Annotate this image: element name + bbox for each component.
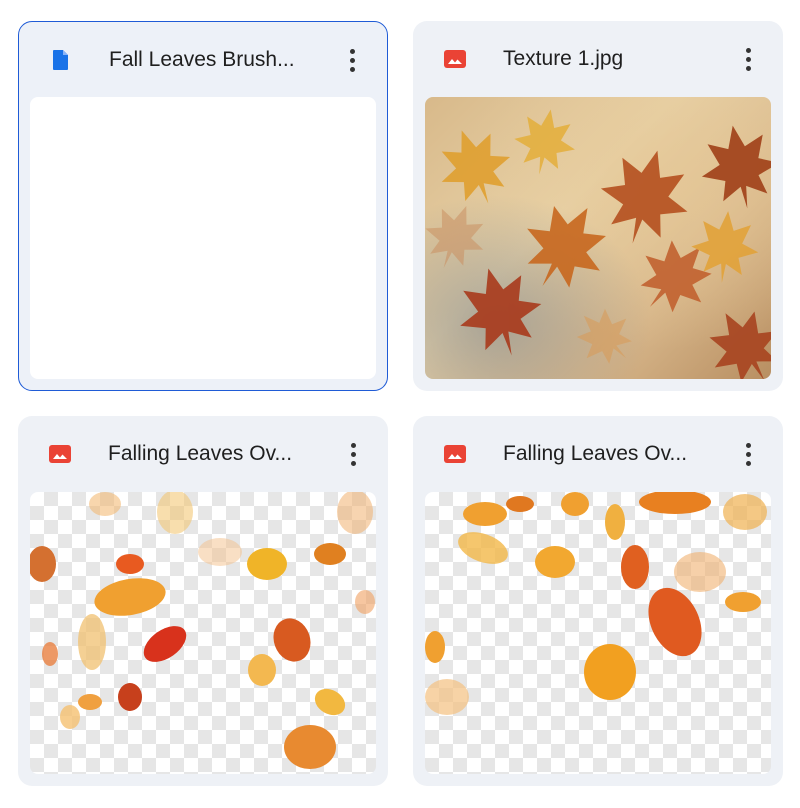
file-title: Fall Leaves Brush... [109,48,295,71]
doc-icon [53,50,68,70]
dot-icon [350,442,356,448]
file-card-header: Fall Leaves Brush... [19,22,387,98]
dot-icon [745,65,751,71]
file-title: Falling Leaves Ov... [503,442,688,465]
file-thumbnail[interactable] [30,97,376,379]
dot-icon [745,451,751,457]
file-card-falling-leaves-overlay-1[interactable]: Falling Leaves Ov... [18,416,388,786]
file-card-header: Texture 1.jpg [413,21,783,97]
file-card-falling-leaves-overlay-2[interactable]: Falling Leaves Ov... [413,416,783,786]
dot-icon [745,47,751,53]
falling-leaves-image [30,492,375,769]
file-thumbnail[interactable] [425,97,771,379]
more-options-button[interactable] [338,438,368,470]
more-options-button[interactable] [733,43,763,75]
file-card-texture-1[interactable]: Texture 1.jpg [413,21,783,391]
file-card-header: Falling Leaves Ov... [18,416,388,492]
dot-icon [349,66,355,72]
dot-icon [349,48,355,54]
file-title: Texture 1.jpg [503,47,624,70]
dot-icon [745,442,751,448]
dot-icon [745,460,751,466]
file-card-header: Falling Leaves Ov... [413,416,783,492]
image-icon [444,50,466,68]
file-thumbnail[interactable] [30,492,376,774]
falling-leaves-image [425,492,767,715]
file-title: Falling Leaves Ov... [108,442,293,465]
file-thumbnail[interactable] [425,492,771,774]
autumn-leaves-texture-image [425,104,771,379]
dot-icon [350,460,356,466]
more-options-button[interactable] [733,438,763,470]
more-options-button[interactable] [337,44,367,76]
dot-icon [745,56,751,62]
image-icon [49,445,71,463]
dot-icon [350,451,356,457]
file-card-fall-leaves-brush[interactable]: Fall Leaves Brush... [18,21,388,391]
dot-icon [349,57,355,63]
image-icon [444,445,466,463]
